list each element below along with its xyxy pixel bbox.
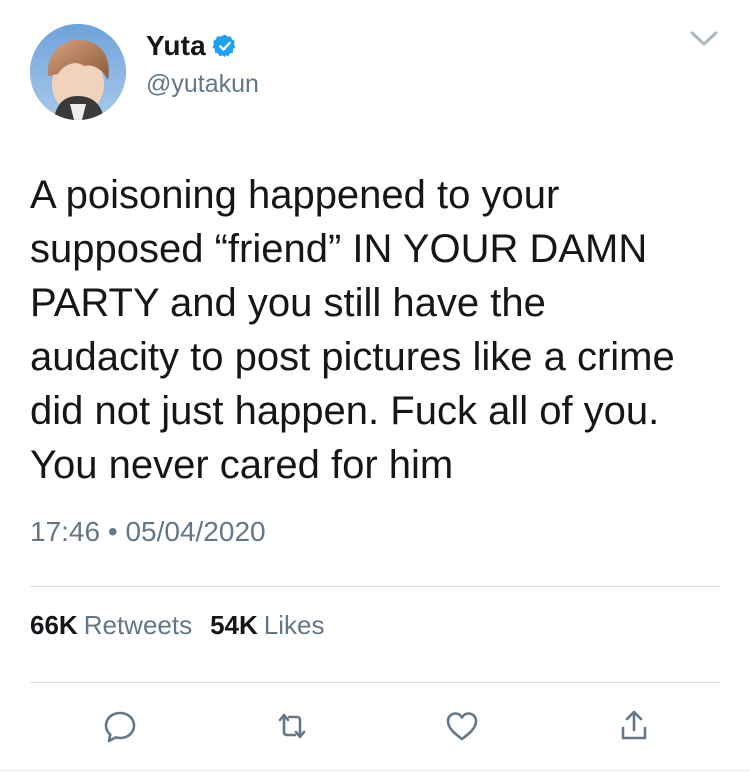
divider xyxy=(30,586,720,587)
like-button[interactable] xyxy=(440,704,484,748)
tweet-timestamp[interactable]: 17:46 • 05/04/2020 xyxy=(30,516,266,548)
likes-count[interactable]: 54K xyxy=(210,610,258,641)
bottom-divider xyxy=(0,770,750,771)
reply-icon xyxy=(104,711,136,743)
tweet-actions xyxy=(0,704,750,748)
tweet-card: Yuta @yutakun A poisoning happened to yo… xyxy=(0,0,750,774)
verified-badge-icon xyxy=(212,33,238,59)
reply-button[interactable] xyxy=(98,704,142,748)
share-button[interactable] xyxy=(612,704,656,748)
retweets-count[interactable]: 66K xyxy=(30,610,78,641)
likes-label[interactable]: Likes xyxy=(264,610,325,641)
timestamp-separator: • xyxy=(107,516,118,547)
share-icon xyxy=(621,710,647,740)
chevron-down-icon[interactable] xyxy=(688,28,720,50)
retweet-button[interactable] xyxy=(270,704,314,748)
divider xyxy=(30,682,720,683)
avatar-image xyxy=(30,24,126,120)
like-icon xyxy=(446,712,478,741)
display-name[interactable]: Yuta xyxy=(146,30,206,62)
tweet-time: 17:46 xyxy=(30,516,101,547)
tweet-text: A poisoning happened to your supposed “f… xyxy=(30,173,675,487)
retweets-label[interactable]: Retweets xyxy=(84,610,192,641)
retweet-icon xyxy=(278,713,306,739)
author-name-row: Yuta xyxy=(146,28,238,64)
tweet-stats: 66K Retweets 54K Likes xyxy=(30,610,337,641)
author-handle[interactable]: @yutakun xyxy=(146,70,259,99)
avatar[interactable] xyxy=(30,24,126,120)
tweet-date: 05/04/2020 xyxy=(125,516,266,547)
